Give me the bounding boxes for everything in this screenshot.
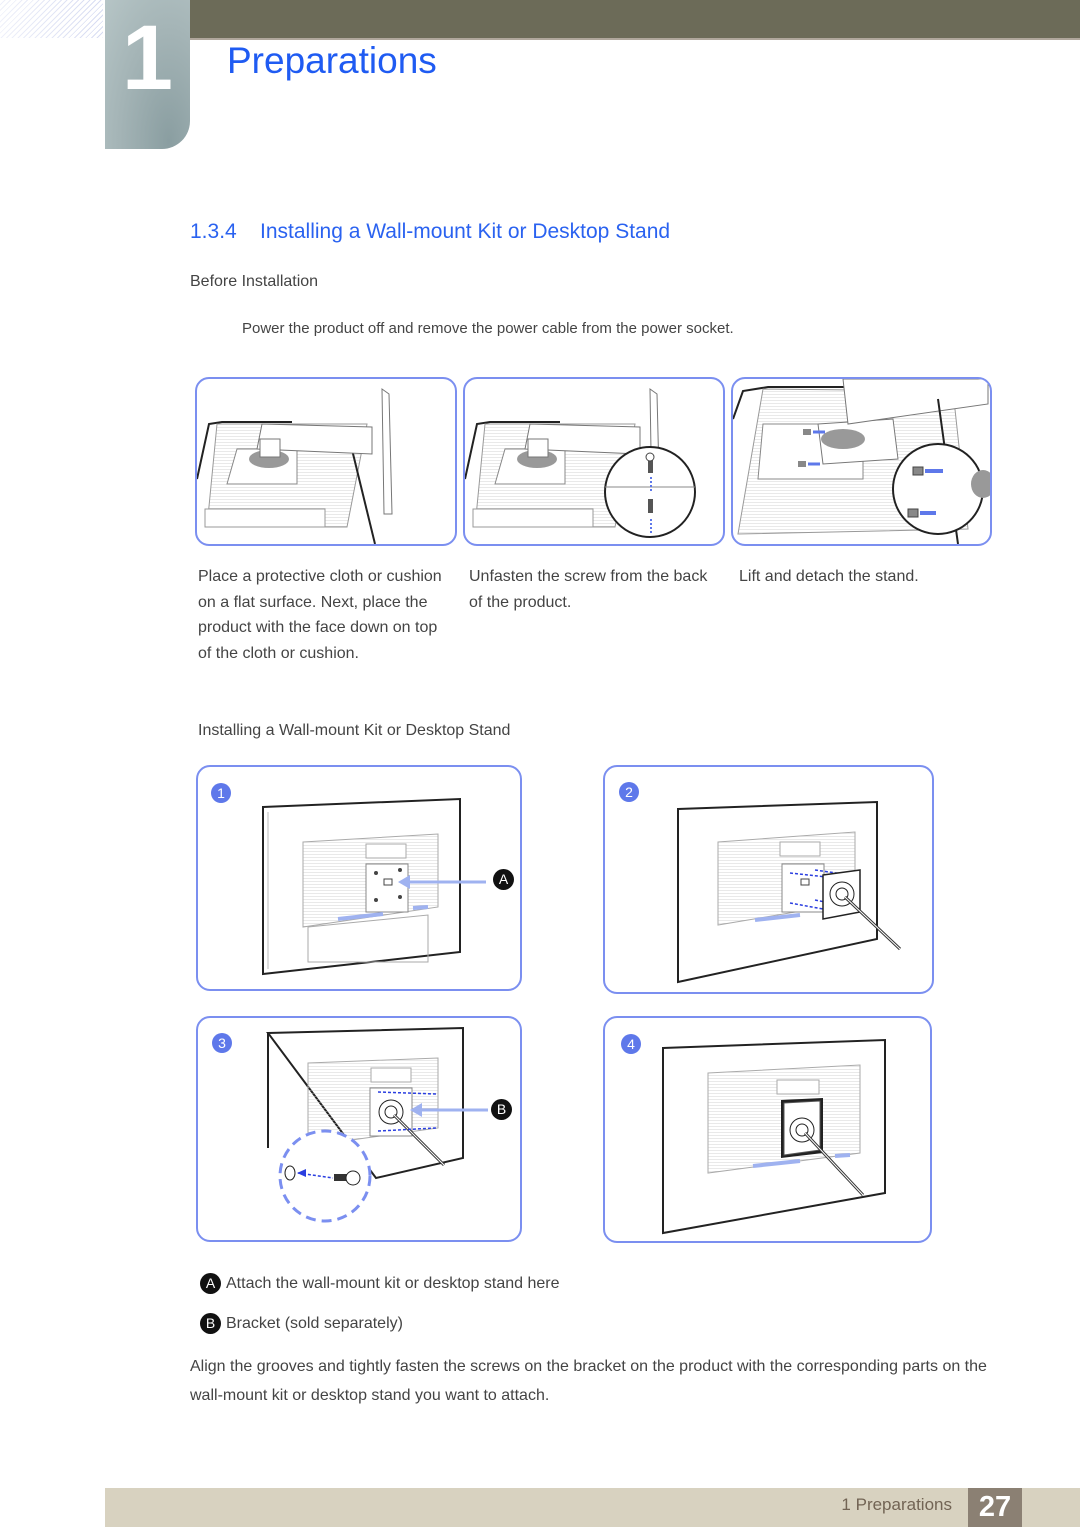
fasten-screws-illustration bbox=[266, 1026, 488, 1223]
install-step-3-image: 3 B bbox=[196, 1016, 522, 1242]
legend-a-badge: A bbox=[200, 1273, 221, 1294]
legend-b-badge: B bbox=[200, 1313, 221, 1334]
install-step-4-image: 4 bbox=[603, 1016, 932, 1243]
section-title: Installing a Wall-mount Kit or Desktop S… bbox=[260, 220, 671, 243]
power-off-note: Power the product off and remove the pow… bbox=[242, 320, 734, 337]
step-badge-4: 4 bbox=[621, 1034, 641, 1054]
prep-step-3-text: Lift and detach the stand. bbox=[739, 568, 919, 585]
callout-a-badge: A bbox=[493, 869, 514, 890]
lift-stand-illustration bbox=[733, 379, 990, 544]
monitor-face-down-illustration bbox=[197, 388, 393, 544]
prep-image-3 bbox=[731, 377, 992, 546]
prep-step-2-text: Unfasten the screw from the back of the … bbox=[469, 568, 708, 611]
legend-b-text: Bracket (sold separately) bbox=[226, 1314, 403, 1332]
section-heading: 1.3.4 Installing a Wall-mount Kit or Desk… bbox=[190, 220, 670, 244]
page-number: 27 bbox=[968, 1488, 1022, 1527]
attach-bracket-illustration bbox=[677, 800, 902, 984]
step-badge-1: 1 bbox=[211, 783, 231, 803]
callout-b-badge: B bbox=[491, 1099, 512, 1120]
install-step-2-image: 2 bbox=[603, 765, 934, 994]
prep-image-2 bbox=[463, 377, 725, 546]
section-number: 1.3.4 bbox=[190, 220, 237, 243]
install-step-1-image: 1 A bbox=[196, 765, 522, 991]
unfasten-screw-illustration bbox=[465, 388, 696, 538]
prep-step-1-text: Place a protective cloth or cushion on a… bbox=[198, 568, 442, 662]
chapter-title: Preparations bbox=[227, 40, 437, 81]
step-badge-2: 2 bbox=[619, 782, 639, 802]
header-bar bbox=[190, 0, 1080, 40]
monitor-back-illustration bbox=[262, 797, 486, 976]
chapter-tab: 1 bbox=[105, 0, 190, 149]
legend-a-text: Attach the wall-mount kit or desktop sta… bbox=[226, 1274, 560, 1292]
legend-item-b: B Bracket (sold separately) bbox=[200, 1313, 403, 1334]
prep-image-1 bbox=[195, 377, 457, 546]
header-hatch-fade bbox=[0, 0, 103, 38]
alignment-instruction: Align the grooves and tightly fasten the… bbox=[190, 1358, 987, 1404]
step-badge-3: 3 bbox=[212, 1033, 232, 1053]
chapter-number: 1 bbox=[121, 7, 174, 109]
footer-chapter-label: 1 Preparations bbox=[841, 1495, 952, 1514]
install-subheading: Installing a Wall-mount Kit or Desktop S… bbox=[198, 722, 511, 739]
before-installation-label: Before Installation bbox=[190, 273, 319, 290]
legend-item-a: A Attach the wall-mount kit or desktop s… bbox=[200, 1273, 560, 1294]
bracket-attached-illustration bbox=[662, 1038, 886, 1235]
